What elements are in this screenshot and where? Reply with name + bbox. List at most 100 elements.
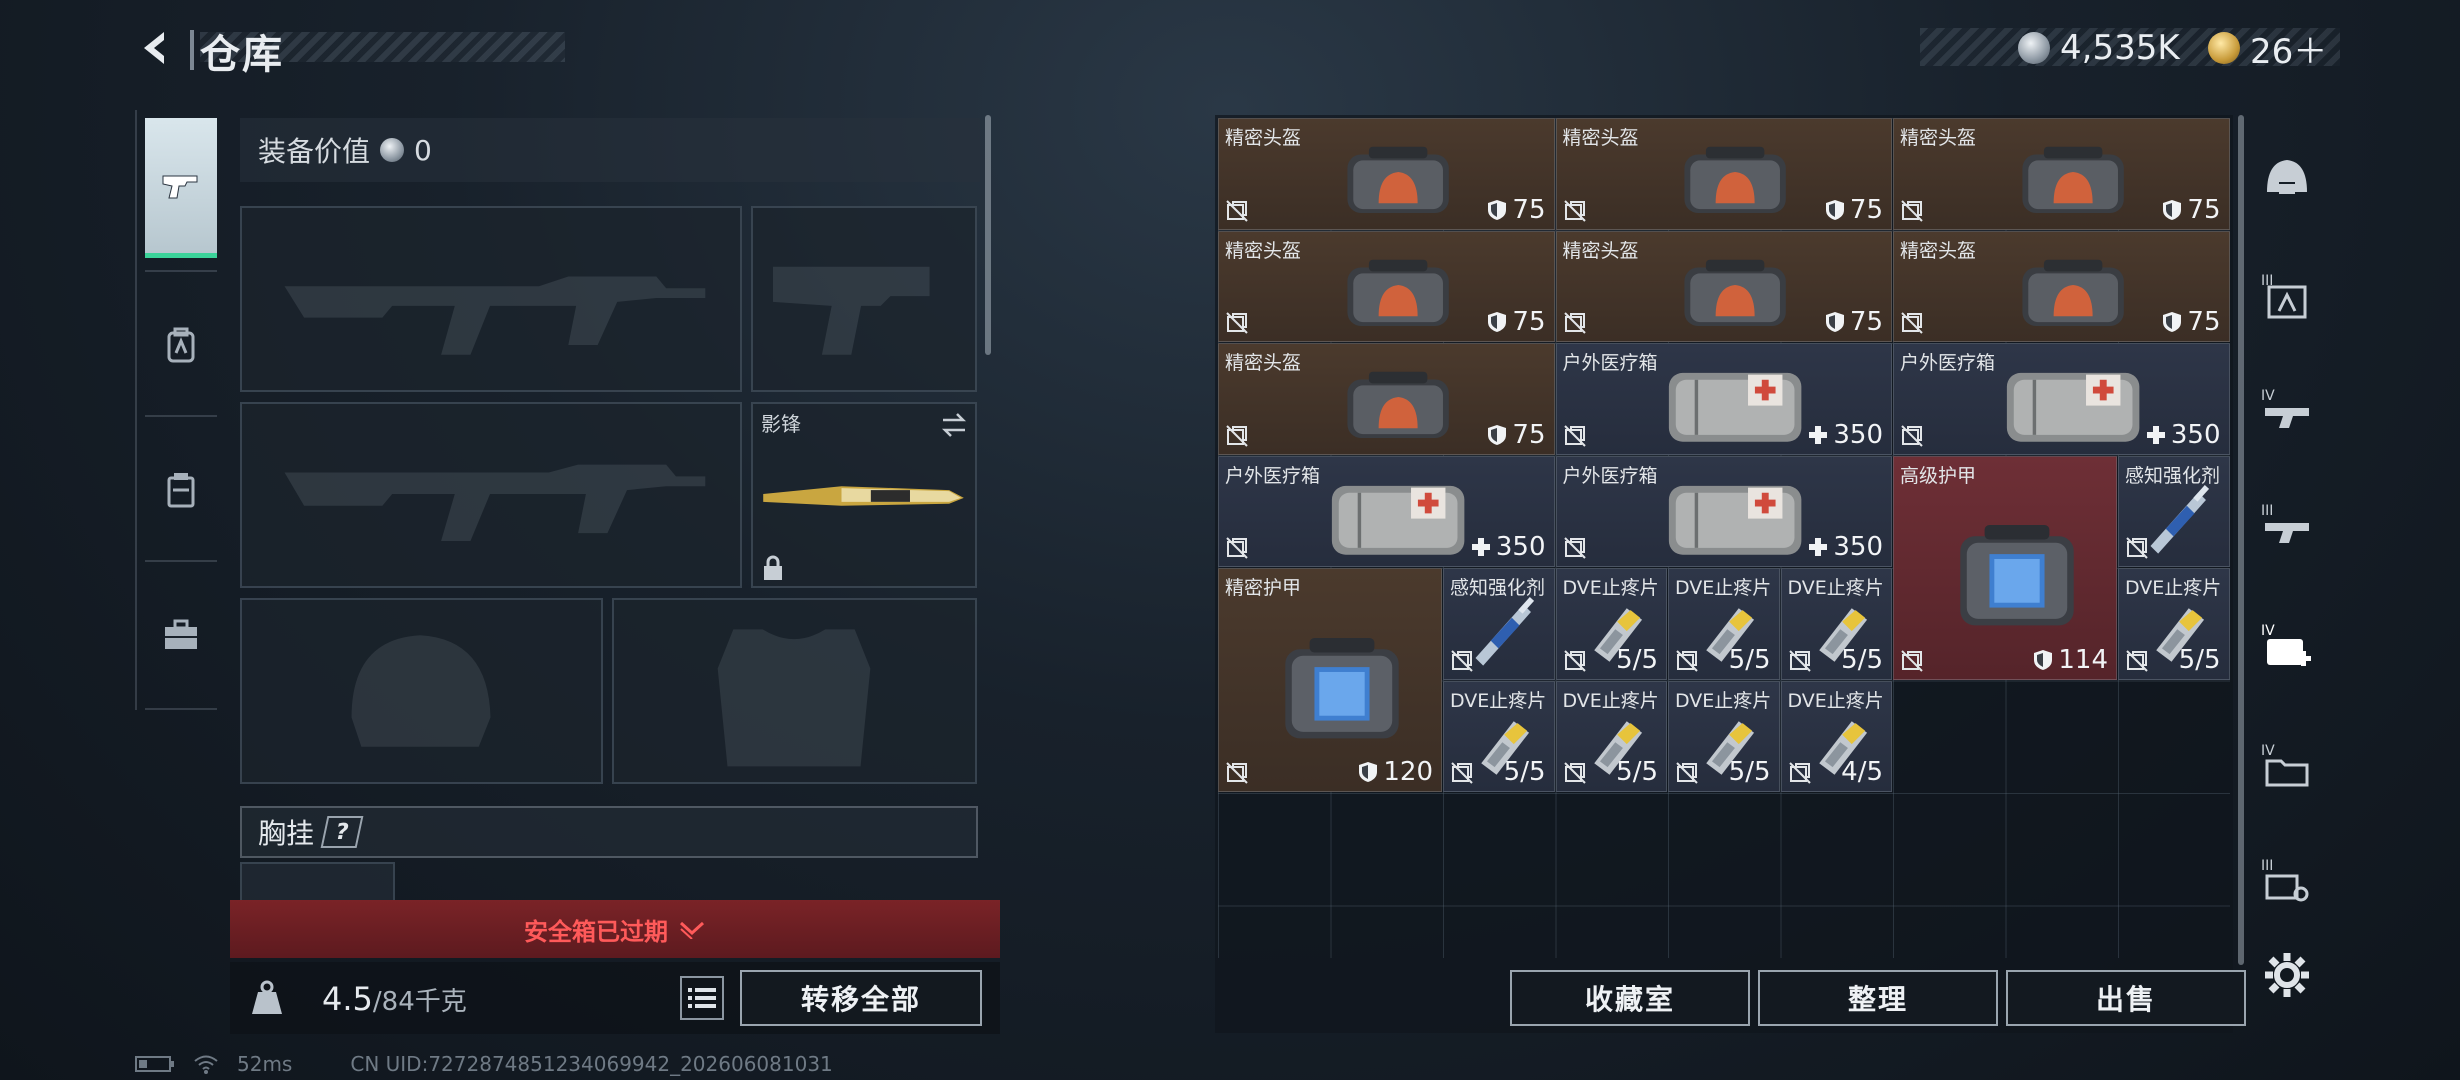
storage-item-medkit[interactable]: 户外医疗箱 350: [1555, 343, 1892, 455]
durability-shield-icon: [1825, 312, 1844, 332]
storage-scrollbar[interactable]: [2238, 115, 2244, 965]
melee-slot[interactable]: 影锋: [751, 402, 977, 588]
storage-item-medkit[interactable]: 户外医疗箱 350: [1218, 455, 1555, 567]
storage-item-helmet[interactable]: 精密头盔 75: [1218, 343, 1555, 455]
storage-item-pills[interactable]: DVE止疼片 4/5: [1780, 680, 1892, 792]
list-view-button[interactable]: [680, 976, 724, 1020]
safebox-expired-banner[interactable]: 安全箱已过期: [230, 900, 1000, 958]
tab-divider: [145, 415, 217, 417]
armor-image: [1261, 625, 1423, 747]
tier3-armor-icon: III: [2261, 273, 2307, 319]
storage-item-pills[interactable]: DVE止疼片 5/5: [2118, 568, 2230, 680]
item-name: 感知强化剂: [1450, 577, 1546, 599]
tier4-folder-icon: IV: [2261, 743, 2309, 787]
storage-item-armor[interactable]: 高级护甲 114: [1893, 455, 2117, 680]
back-arrow-icon: [144, 32, 164, 64]
untradeable-icon: [1676, 649, 1698, 672]
armor-slot[interactable]: [612, 598, 977, 784]
storage-item-pills[interactable]: DVE止疼片 5/5: [1668, 568, 1780, 680]
untradeable-icon: [1788, 762, 1811, 784]
secondary-weapon-slot[interactable]: [240, 402, 742, 588]
chest-rig-slot[interactable]: 胸挂 ?: [240, 806, 978, 858]
storage-item-pills[interactable]: DVE止疼片 5/5: [1668, 680, 1780, 792]
silver-coin-icon: [2018, 32, 2050, 64]
item-value: 5/5: [1729, 757, 1771, 787]
item-name: DVE止疼片: [1562, 577, 1659, 599]
medkit-image: [1325, 473, 1471, 561]
tab-toolbox[interactable]: [145, 565, 217, 705]
sell-button[interactable]: 出售: [2006, 970, 2246, 1026]
storage-item-injector[interactable]: 感知强化剂: [1443, 568, 1555, 680]
item-value: 75: [2162, 194, 2221, 225]
item-name: 精密头盔: [1562, 239, 1639, 262]
rifle-silhouette-icon: [284, 464, 706, 541]
tab-divider: [145, 270, 217, 272]
rail-button-helmet-category[interactable]: [2250, 130, 2324, 230]
storage-item-helmet[interactable]: 精密头盔 75: [1893, 230, 2230, 342]
item-value-text: 5/5: [1728, 644, 1771, 675]
equipment-value: 0: [414, 133, 432, 167]
svg-text:IV: IV: [2261, 388, 2275, 404]
item-value: 350: [2146, 420, 2221, 450]
durability-shield-icon: [1488, 312, 1507, 332]
item-name: DVE止疼片: [1787, 689, 1884, 712]
storage-item-helmet[interactable]: 精密头盔 75: [1218, 118, 1555, 230]
tab-backpack[interactable]: [145, 275, 217, 415]
item-value-text: 350: [1495, 532, 1546, 562]
equipment-value-label: 装备价值: [258, 135, 371, 168]
storage-item-helmet[interactable]: 精密头盔 75: [1893, 118, 2230, 230]
collection-room-button[interactable]: 收藏室: [1510, 970, 1750, 1026]
silver-coin-icon: [380, 138, 405, 162]
tier4-weapon-icon: IV: [2261, 388, 2309, 428]
item-value-text: 75: [1849, 194, 1883, 225]
item-name: DVE止疼片: [1562, 689, 1659, 712]
vest-silhouette-icon: [717, 629, 871, 767]
helmet-silhouette-icon: [351, 635, 491, 747]
rail-button-tier4-weapon[interactable]: IV: [2250, 360, 2324, 460]
svg-text:IV: IV: [2261, 743, 2275, 759]
storage-item-pills[interactable]: DVE止疼片 5/5: [1555, 568, 1667, 680]
primary-weapon-slot[interactable]: [240, 206, 742, 392]
helmet-slot[interactable]: [240, 598, 603, 784]
tier3-weapon-icon: III: [2261, 503, 2309, 543]
item-value: 5/5: [1729, 645, 1771, 675]
rail-button-tier3-weapon[interactable]: III: [2250, 475, 2324, 575]
back-button[interactable]: [130, 22, 182, 74]
page-title: 仓库: [200, 32, 284, 78]
tab-weapons[interactable]: [145, 118, 217, 258]
loadout-scrollbar[interactable]: [985, 115, 991, 355]
item-value-text: 350: [2170, 419, 2221, 450]
item-name: DVE止疼片: [1675, 689, 1772, 712]
rail-button-tier4-folder[interactable]: IV: [2250, 715, 2324, 815]
transfer-all-button[interactable]: 转移全部: [740, 970, 982, 1026]
rail-button-settings-gear[interactable]: [2250, 925, 2324, 1025]
storage-item-pills[interactable]: DVE止疼片 5/5: [1555, 680, 1667, 792]
help-icon[interactable]: ?: [320, 816, 364, 848]
settings-gear-icon: [2265, 953, 2309, 997]
item-value-text: 75: [1512, 419, 1546, 450]
storage-item-armor[interactable]: 精密护甲 120: [1218, 568, 1442, 792]
storage-item-helmet[interactable]: 精密头盔 75: [1218, 230, 1555, 342]
storage-item-helmet[interactable]: 精密头盔 75: [1555, 230, 1892, 342]
sidearm-slot[interactable]: [751, 206, 977, 392]
item-value: 5/5: [1616, 645, 1658, 675]
storage-item-medkit[interactable]: 户外医疗箱 350: [1893, 343, 2230, 455]
storage-item-injector[interactable]: 感知强化剂: [2118, 455, 2230, 567]
armor-image: [1936, 512, 2098, 634]
item-name: DVE止疼片: [1675, 577, 1772, 599]
storage-item-pills[interactable]: DVE止疼片 5/5: [1443, 680, 1555, 792]
rail-button-tier3-tool[interactable]: III: [2250, 830, 2324, 930]
storage-item-pills[interactable]: DVE止疼片 5/5: [1780, 568, 1892, 680]
lock-icon: [764, 555, 782, 580]
untradeable-icon: [1676, 762, 1698, 784]
chest-rig-sub-slot[interactable]: [240, 862, 395, 902]
storage-item-helmet[interactable]: 精密头盔 75: [1555, 118, 1892, 230]
injector-image: [1462, 591, 1546, 668]
rail-button-tier4-medical[interactable]: IV: [2250, 595, 2324, 695]
swap-arrows-icon[interactable]: [939, 410, 969, 440]
storage-item-medkit[interactable]: 户外医疗箱 350: [1555, 455, 1892, 567]
item-value-text: 75: [2187, 194, 2221, 225]
tab-chest-rig[interactable]: [145, 420, 217, 560]
rail-button-tier3-armor[interactable]: III: [2250, 245, 2324, 345]
sort-button[interactable]: 整理: [1758, 970, 1998, 1026]
